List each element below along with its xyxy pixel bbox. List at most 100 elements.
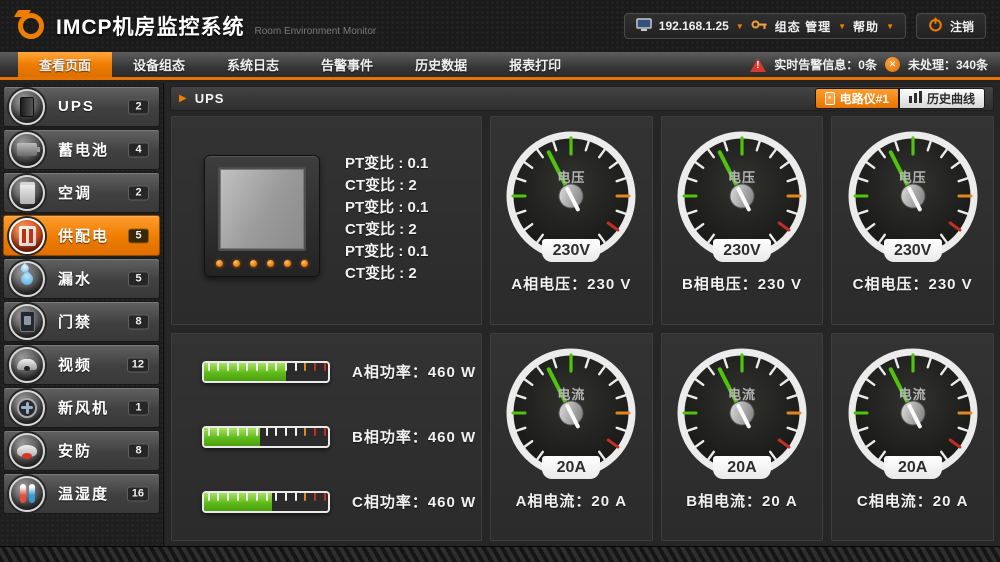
sidebar-item-power-distribution[interactable]: 供配电 5 xyxy=(3,215,160,256)
sidebar-item-aircon[interactable]: 空调 2 xyxy=(3,172,160,213)
power-bar-row-c: C相功率：460 W xyxy=(202,491,481,513)
gauge-dial-label: 电压 xyxy=(847,167,979,186)
gauge-dial: 电流 20A xyxy=(847,347,979,479)
gauge-dial: 电压 230V xyxy=(676,130,808,262)
gauge-dial: 电压 230V xyxy=(847,130,979,262)
history-curve-button[interactable]: 历史曲线 xyxy=(899,88,985,109)
tab-system-log[interactable]: 系统日志 xyxy=(206,52,300,77)
count-badge: 8 xyxy=(128,314,149,329)
dashboard-grid: PT变比 : 0.1 CT变比 : 2 PT变比 : 0.1 CT变比 : 2 … xyxy=(171,116,994,541)
gauge-value-tab: 20A xyxy=(713,456,771,479)
power-bar-row-a: A相功率：460 W xyxy=(202,361,481,383)
water-leak-icon xyxy=(9,261,45,297)
gauge-dial-label: 电流 xyxy=(676,384,808,403)
gauge-caption: A相电流：20 A xyxy=(516,490,628,511)
power-icon xyxy=(928,17,943,35)
gauge-caption: A相电压：230 V xyxy=(511,273,631,294)
tab-device-config[interactable]: 设备组态 xyxy=(112,52,206,77)
tab-history-data[interactable]: 历史数据 xyxy=(394,52,488,77)
warning-triangle-icon: ! xyxy=(750,58,766,72)
ratio-line: CT变比 : 2 xyxy=(345,263,428,285)
sidebar-item-temp-humidity[interactable]: 温湿度 16 xyxy=(3,473,160,514)
power-meter-device-image xyxy=(204,155,320,277)
tab-view-pages[interactable]: 查看页面 xyxy=(18,52,112,77)
battery-icon xyxy=(9,132,45,168)
count-badge: 12 xyxy=(127,357,149,372)
security-alarm-icon xyxy=(9,433,45,469)
monitor-icon xyxy=(636,18,652,34)
gauge-dial: 电流 20A xyxy=(676,347,808,479)
ratio-line: PT变比 : 0.1 xyxy=(345,153,428,175)
header-controls: 192.168.1.25 ▼ 组态 管理 ▼ 帮助 ▼ 注销 xyxy=(624,13,986,39)
circuit-meter-button[interactable]: 电路仪#1 xyxy=(815,88,899,109)
sidebar-item-battery[interactable]: 蓄电池 4 xyxy=(3,129,160,170)
door-access-icon xyxy=(9,304,45,340)
sidebar-item-security[interactable]: 安防 8 xyxy=(3,430,160,471)
count-badge: 5 xyxy=(128,271,149,286)
power-bars-panel: A相功率：460 W B相功率：460 W C相功率：460 W xyxy=(171,333,482,542)
gauge-value-tab: 230V xyxy=(713,239,771,262)
content-header-buttons: 电路仪#1 历史曲线 xyxy=(815,88,985,109)
app-subtitle: Room Environment Monitor xyxy=(255,26,377,37)
gauge-caption: C相电压：230 V xyxy=(853,273,973,294)
ratio-line: CT变比 : 2 xyxy=(345,175,428,197)
gauge-dial-label: 电压 xyxy=(505,167,637,186)
power-bar xyxy=(202,361,330,383)
air-conditioner-icon xyxy=(9,175,45,211)
count-badge: 2 xyxy=(128,185,149,200)
breadcrumb-arrow-icon: ▶ xyxy=(179,93,187,104)
gauge-caption: C相电流：20 A xyxy=(857,490,969,511)
power-bar xyxy=(202,491,330,513)
power-bar-ticks xyxy=(204,428,328,446)
imcp-logo-icon xyxy=(18,13,44,39)
device-sidebar: UPS 2 蓄电池 4 空调 2 供配电 5 漏水 5 门禁 8 xyxy=(0,83,164,546)
meter-screen xyxy=(218,167,306,251)
power-bar-ticks xyxy=(204,363,328,381)
fresh-air-fan-icon xyxy=(9,390,45,426)
ratio-info-list: PT变比 : 0.1 CT变比 : 2 PT变比 : 0.1 CT变比 : 2 … xyxy=(345,153,428,324)
bar-chart-icon xyxy=(909,91,922,106)
count-badge: 16 xyxy=(127,486,149,501)
gauge-panel-current-a: 电流 20A A相电流：20 A xyxy=(490,333,653,542)
sidebar-item-ups[interactable]: UPS 2 xyxy=(3,86,160,127)
bottom-texture-band xyxy=(0,546,1000,562)
chevron-down-icon[interactable]: ▼ xyxy=(736,22,744,31)
power-bar xyxy=(202,426,330,448)
chevron-down-icon[interactable]: ▼ xyxy=(838,22,846,31)
gauge-panel-current-b: 电流 20A B相电流：20 A xyxy=(661,333,824,542)
meter-info-panel: PT变比 : 0.1 CT变比 : 2 PT变比 : 0.1 CT变比 : 2 … xyxy=(171,116,482,325)
app-title: IMCP机房监控系统 xyxy=(56,11,245,41)
help-menu[interactable]: 帮助 xyxy=(853,18,879,35)
sidebar-item-fresh-air-fan[interactable]: 新风机 1 xyxy=(3,387,160,428)
count-badge: 8 xyxy=(128,443,149,458)
count-badge: 5 xyxy=(128,228,149,243)
power-bar-row-b: B相功率：460 W xyxy=(202,426,481,448)
power-bar-caption: C相功率：460 W xyxy=(352,491,476,512)
gauge-value-tab: 230V xyxy=(542,239,600,262)
tab-report-print[interactable]: 报表打印 xyxy=(488,52,582,77)
tab-alarm-events[interactable]: 告警事件 xyxy=(300,52,394,77)
logout-button[interactable]: 注销 xyxy=(916,13,986,39)
sidebar-item-video[interactable]: 视频 12 xyxy=(3,344,160,385)
key-icon xyxy=(751,19,768,33)
gauge-value-tab: 230V xyxy=(884,239,942,262)
sidebar-item-door-access[interactable]: 门禁 8 xyxy=(3,301,160,342)
gauge-dial: 电压 230V xyxy=(505,130,637,262)
sidebar-item-water-leak[interactable]: 漏水 5 xyxy=(3,258,160,299)
connection-menu[interactable]: 192.168.1.25 ▼ 组态 管理 ▼ 帮助 ▼ xyxy=(624,13,906,39)
meter-led-row xyxy=(216,260,308,267)
ip-address: 192.168.1.25 xyxy=(659,19,729,33)
unhandled-close-icon: ✕ xyxy=(885,57,900,72)
video-camera-icon xyxy=(9,347,45,383)
chevron-down-icon[interactable]: ▼ xyxy=(886,22,894,31)
ups-icon xyxy=(9,89,45,125)
gauge-value-tab: 20A xyxy=(884,456,942,479)
count-badge: 2 xyxy=(128,99,149,114)
content-header: ▶ UPS 电路仪#1 历史曲线 xyxy=(170,86,994,111)
config-manage-menu[interactable]: 组态 管理 xyxy=(775,18,831,35)
gauge-dial-label: 电压 xyxy=(676,167,808,186)
temp-humidity-icon xyxy=(9,476,45,512)
app-window: IMCP机房监控系统 Room Environment Monitor 192.… xyxy=(0,0,1000,562)
main-navbar: 查看页面 设备组态 系统日志 告警事件 历史数据 报表打印 ! 实时告警信息：0… xyxy=(0,52,1000,80)
ratio-line: CT变比 : 2 xyxy=(345,219,428,241)
